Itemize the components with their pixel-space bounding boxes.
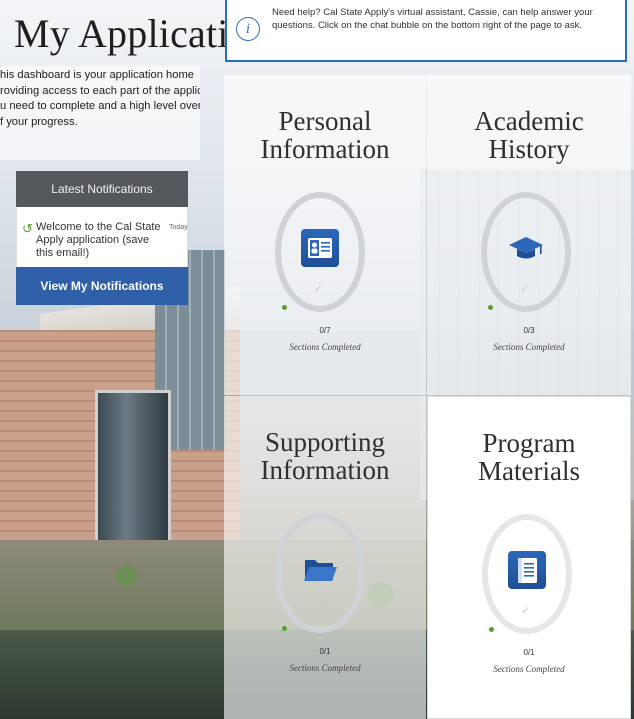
notification-text: Welcome to the Cal State Apply applicati… — [36, 221, 161, 259]
info-icon: i — [236, 17, 260, 41]
intro-line: roviding access to each part of the appl… — [0, 84, 200, 97]
progress-ring: ✓ — [481, 192, 577, 318]
sections-count: 0/1 — [523, 648, 535, 657]
tile-title-line: Academic — [474, 106, 584, 136]
intro-line: u need to complete and a high level over… — [0, 100, 200, 112]
tile-title-line: Information — [260, 455, 390, 485]
tile-title-line: History — [488, 134, 570, 164]
intro-text: his dashboard is your application home r… — [0, 66, 200, 160]
book-icon — [508, 551, 546, 589]
tile-title-line: Supporting — [264, 427, 385, 457]
folder-icon — [301, 550, 339, 588]
sections-label: Sections Completed — [289, 342, 361, 352]
sections-label: Sections Completed — [289, 663, 361, 673]
tile-personal-information[interactable]: Personal Information ✓ 0/7 Sections Comp… — [224, 75, 426, 395]
help-banner: i Need help? Cal State Apply's virtual a… — [225, 0, 627, 62]
graduation-cap-icon — [507, 229, 545, 267]
tile-title: Personal Information — [224, 107, 426, 163]
progress-dot — [282, 626, 287, 631]
tile-title-line: Program — [482, 428, 576, 458]
progress-dot — [282, 305, 287, 310]
sections-count: 0/7 — [319, 326, 331, 335]
tile-title: Supporting Information — [224, 428, 426, 484]
notification-time: Today — [169, 224, 188, 231]
id-card-icon — [301, 229, 339, 267]
view-notifications-button[interactable]: View My Notifications — [16, 267, 188, 305]
progress-ring: ✓ — [275, 192, 371, 318]
sections-count: 0/1 — [319, 647, 331, 656]
intro-line: f your progress. — [0, 115, 78, 128]
progress-dot — [489, 627, 494, 632]
check-icon: ✓ — [520, 282, 530, 295]
help-text: Need help? Cal State Apply's virtual ass… — [272, 7, 593, 31]
notifications-panel: Latest Notifications ↺ Welcome to the Ca… — [16, 171, 188, 305]
tile-supporting-information[interactable]: Supporting Information ✓ 0/1 Sections Co… — [224, 396, 426, 719]
sections-label: Sections Completed — [493, 342, 565, 352]
check-icon: ✓ — [314, 282, 324, 295]
notification-icon: ↺ — [22, 221, 33, 236]
check-icon: ✓ — [314, 603, 324, 616]
tile-title: Program Materials — [428, 429, 630, 485]
notifications-header: Latest Notifications — [16, 171, 188, 207]
intro-line: his dashboard is your application home — [0, 69, 195, 81]
check-icon: ✓ — [521, 604, 531, 617]
sections-count: 0/3 — [523, 326, 535, 335]
tile-title-line: Materials — [478, 456, 580, 486]
tile-title: Academic History — [427, 107, 631, 163]
tile-title-line: Information — [260, 134, 390, 164]
tile-program-materials[interactable]: Program Materials ✓ 0/1 Sections Complet… — [427, 396, 631, 719]
notification-item[interactable]: ↺ Welcome to the Cal State Apply applica… — [16, 207, 188, 267]
progress-dot — [488, 305, 493, 310]
sections-label: Sections Completed — [493, 664, 565, 674]
progress-ring: ✓ — [275, 513, 371, 639]
progress-ring: ✓ — [482, 514, 578, 640]
tile-title-line: Personal — [278, 106, 372, 136]
tile-academic-history[interactable]: Academic History ✓ 0/3 Sections Complete… — [427, 75, 631, 395]
